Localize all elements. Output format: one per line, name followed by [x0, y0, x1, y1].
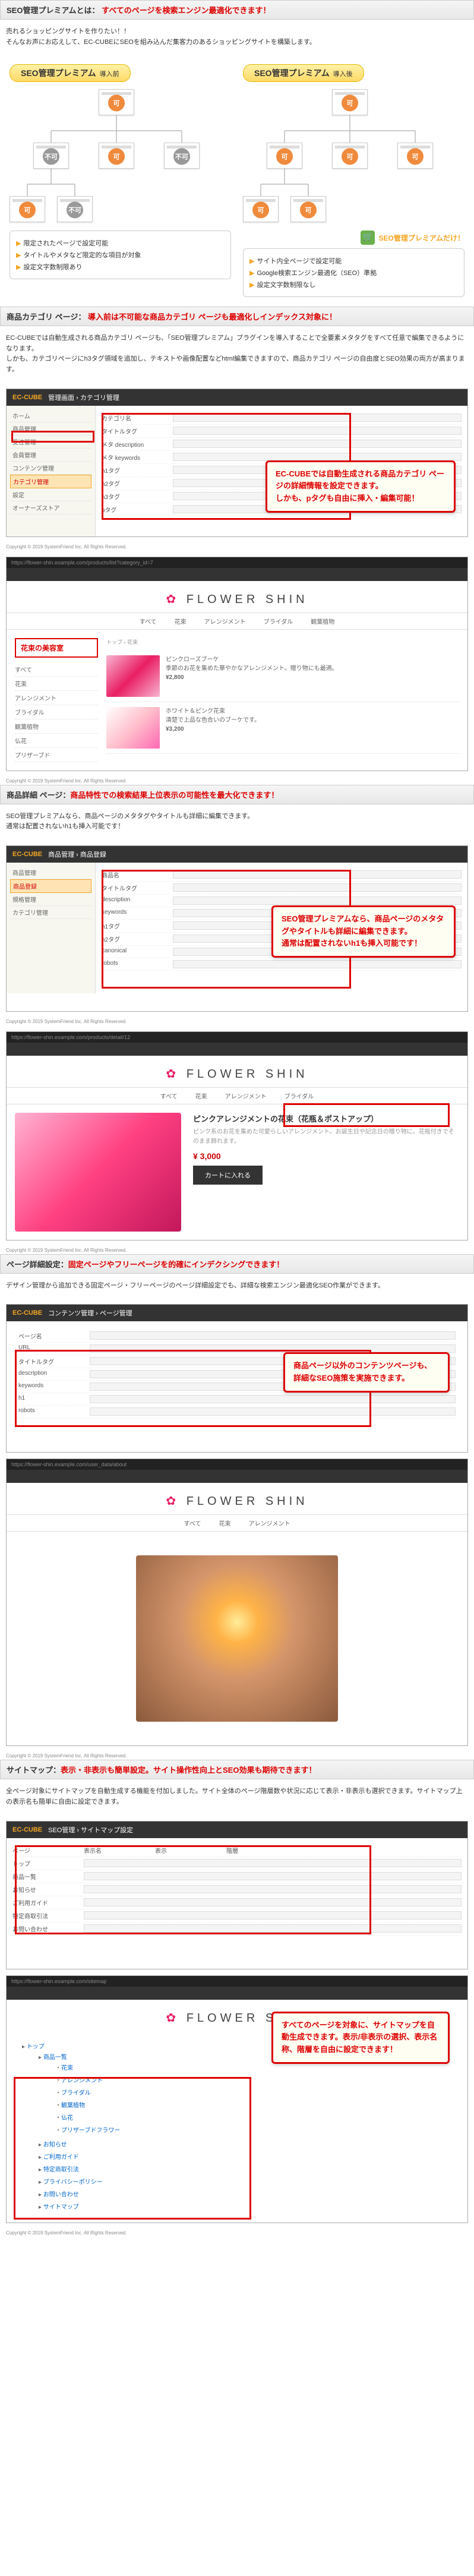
sec2-desc: SEO管理プレミアムなら、商品ページのメタタグやタイトルも詳細に編集できます。 …: [0, 809, 474, 839]
category-h3: 花束の美容室: [15, 638, 98, 658]
admin-screenshot-1: EC-CUBE管理画面 › カテゴリ管理 ホーム 商品管理 受注管理 会員管理 …: [6, 389, 468, 537]
after-tree: 可 可 可 可 可 可: [243, 89, 464, 226]
callout-2: SEO管理プレミアムなら、商品ページのメタタグやタイトルも詳細に編集できます。通…: [271, 905, 456, 958]
before-label: SEO管理プレミアム導入前: [10, 64, 131, 82]
after-label: SEO管理プレミアム導入後: [243, 64, 364, 82]
product-image: [15, 1113, 181, 1232]
sec3-desc: デザイン管理から追加できる固定ページ・フリーページのページ詳細設定でも、詳細な検…: [0, 1278, 474, 1299]
sec3-title: ページ詳細設定：固定ページやフリーページを的確にインデクシングできます！: [0, 1254, 474, 1274]
before-info: ▶限定されたページで設定可能 ▶タイトルやメタなど限定的な項目が対象 ▶設定文字…: [10, 231, 231, 279]
main-title: SEO管理プレミアムとは： すべてのページを検索エンジン最適化できます！: [0, 0, 474, 20]
title-label: SEO管理プレミアムとは：: [7, 6, 100, 15]
eccube-logo: EC-CUBE: [12, 394, 42, 401]
after-info: ▶サイト内全ページで設定可能 ▶Google検索エンジン最適化（SEO）準拠 ▶…: [243, 248, 464, 297]
callout-3: 商品ページ以外のコンテンツページも、詳細なSEO施策を実施できます。: [283, 1352, 450, 1393]
sidebar-active[interactable]: カテゴリ管理: [10, 475, 91, 488]
flower-sitemap-shot: https://flower-shin.example.com/sitemap …: [6, 1975, 468, 2223]
flower-image-1: [106, 655, 160, 697]
admin-sidebar: ホーム 商品管理 受注管理 会員管理 コンテンツ管理 カテゴリ管理 設定 オーナ…: [7, 406, 96, 536]
callout-4: すべてのページを対象に、サイトマップを自動生成できます。表示/非表示の選択、表示…: [271, 2012, 450, 2064]
add-to-cart-button[interactable]: カートに入れる: [193, 1166, 263, 1185]
sec4-title: サイトマップ：表示・非表示も簡単設定。サイト操作性向上とSEO効果も期待できます…: [0, 1760, 474, 1779]
before-tree: 可 不可 可 不可 可 不可: [10, 89, 231, 226]
callout-1: EC-CUBEでは自動生成される商品カテゴリ ページの詳細情報を設定できます。 …: [266, 460, 456, 513]
admin-screenshot-4: EC-CUBESEO管理 › サイトマップ設定 ページ表示名表示階層 トップ 商…: [6, 1821, 468, 1969]
after-column: SEO管理プレミアム導入後 可 可 可 可 可 可 SEO管理プレミアムだけ！ …: [243, 64, 464, 297]
flower-page-shot: https://flower-shin.example.com/user_dat…: [6, 1459, 468, 1746]
title-highlight: すべてのページを検索エンジン最適化できます！: [102, 6, 270, 15]
flower-product-shot: https://flower-shin.example.com/products…: [6, 1031, 468, 1240]
sec1-desc: EC-CUBEでは自動生成される商品カテゴリ ページも、「SEO管理プレミアム」…: [0, 331, 474, 382]
admin-screenshot-2: EC-CUBE商品管理 › 商品登録 商品管理商品登録規格管理カテゴリ管理 商品…: [6, 845, 468, 1012]
flower-image-2: [106, 707, 160, 749]
flower-icon: ✿: [166, 593, 179, 606]
intro-text: 売れるショッピングサイトを作りたい！！ そんなお声にお応えして、EC-CUBEに…: [0, 24, 474, 55]
candle-image: [136, 1555, 338, 1722]
sec2-title: 商品詳細 ページ：商品特性での検索結果上位表示の可能性を最大化できます！: [0, 785, 474, 804]
before-column: SEO管理プレミアム導入前 可 不可 可 不可 可 不可 ▶限定されたページで設…: [10, 64, 231, 297]
cart-icon: [361, 231, 375, 245]
admin-screenshot-3: EC-CUBEコンテンツ管理 › ページ管理 ページ名 URL タイトルタグ d…: [6, 1304, 468, 1453]
premium-only-badge: SEO管理プレミアムだけ！: [243, 231, 464, 245]
sec1-title: 商品カテゴリ ページ： 導入前は不可能な商品カテゴリ ページも最適化しインデック…: [0, 307, 474, 326]
flower-category-shot: https://flower-shin.example.com/products…: [6, 557, 468, 771]
sec4-desc: 全ページ対象にサイトマップを自動生成する機能を付加しました。サイト全体のページ階…: [0, 1784, 474, 1814]
comparison-diagram: SEO管理プレミアム導入前 可 不可 可 不可 可 不可 ▶限定されたページで設…: [0, 55, 474, 307]
product-price: ¥ 3,000: [193, 1151, 459, 1161]
